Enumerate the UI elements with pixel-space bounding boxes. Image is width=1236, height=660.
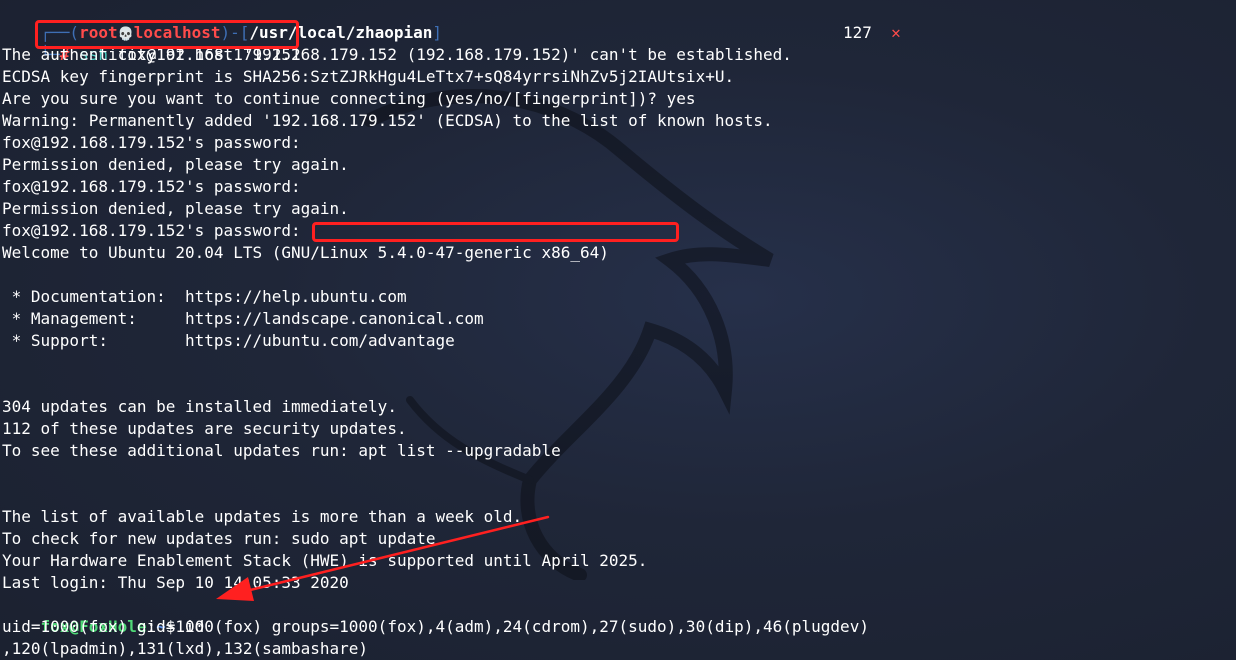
output-line: Welcome to Ubuntu 20.04 LTS (GNU/Linux 5… <box>2 243 609 262</box>
error-x-icon: ✕ <box>891 23 901 42</box>
output-line: 112 of these updates are security update… <box>2 419 407 438</box>
exit-code: 127 <box>843 23 872 42</box>
remote-prompt-line: fox@FoxHole:~$ id <box>2 594 205 636</box>
output-line: * Management: https://landscape.canonica… <box>2 309 484 328</box>
output-line: To see these additional updates run: apt… <box>2 441 561 460</box>
annotation-box-password <box>312 222 679 242</box>
id-output-line: ,120(lpadmin),131(lxd),132(sambashare) <box>2 639 369 658</box>
output-line: * Documentation: https://help.ubuntu.com <box>2 287 407 306</box>
exit-status: 127 ✕ <box>843 22 901 44</box>
output-line: ECDSA key fingerprint is SHA256:SztZJRkH… <box>2 67 735 86</box>
password-prompt: fox@192.168.179.152's password: <box>2 221 301 240</box>
output-line: Are you sure you want to continue connec… <box>2 89 696 108</box>
prompt-frame-end: ] <box>432 23 443 42</box>
password-prompt: fox@192.168.179.152's password: <box>2 133 301 152</box>
annotation-arrow-icon <box>216 515 550 601</box>
annotation-box-ssh-command <box>35 20 299 49</box>
shell-prompt-header: ┌──(root💀localhost)-[/usr/local/zhaopian… <box>2 0 443 42</box>
id-output-line: uid=1000(fox) gid=1000(fox) groups=1000(… <box>2 617 869 636</box>
output-line: 304 updates can be installed immediately… <box>2 397 397 416</box>
output-line: Permission denied, please try again. <box>2 199 349 218</box>
output-line: Permission denied, please try again. <box>2 155 349 174</box>
password-prompt: fox@192.168.179.152's password: <box>2 177 301 196</box>
output-line: * Support: https://ubuntu.com/advantage <box>2 331 455 350</box>
terminal-window[interactable]: ┌──(root💀localhost)-[/usr/local/zhaopian… <box>0 0 1236 660</box>
output-line: Warning: Permanently added '192.168.179.… <box>2 111 773 130</box>
